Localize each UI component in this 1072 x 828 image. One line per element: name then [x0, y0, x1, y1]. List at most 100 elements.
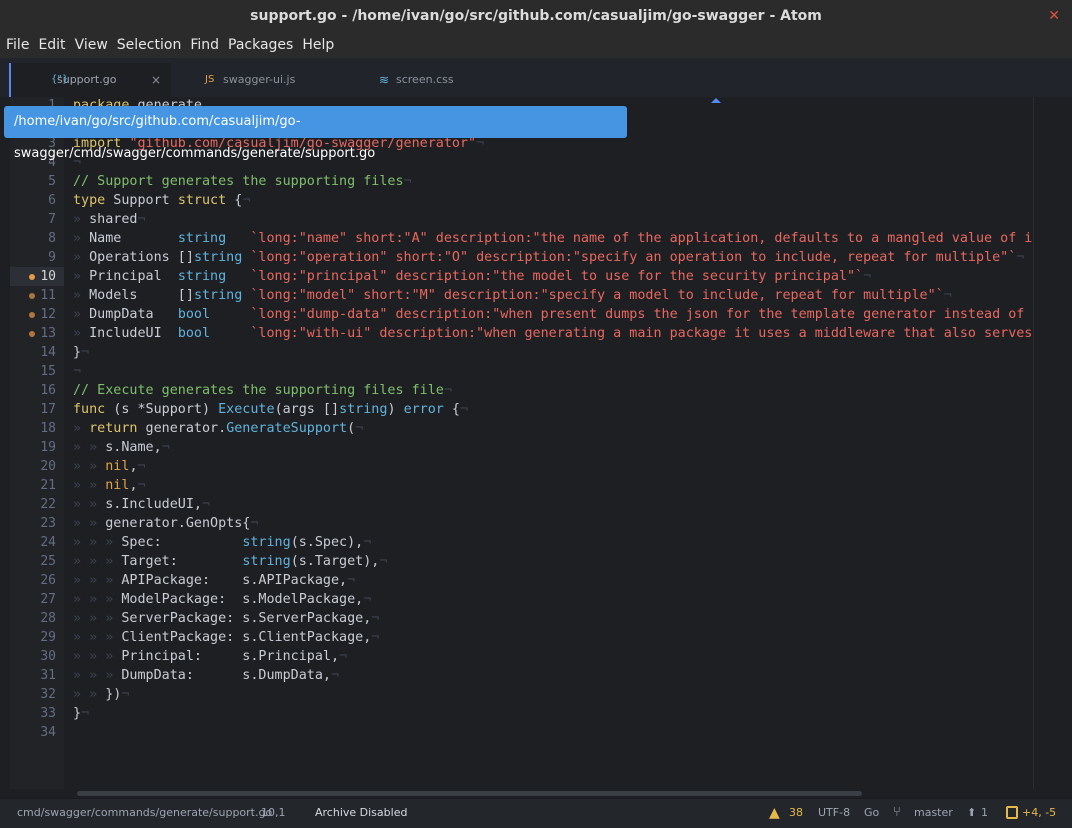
- code-text: (s *Support): [105, 402, 219, 417]
- menu-packages[interactable]: Packages: [228, 37, 293, 53]
- status-cursor-position[interactable]: 10,1: [261, 799, 286, 827]
- code-line[interactable]: ¬: [73, 362, 81, 381]
- menu-help[interactable]: Help: [302, 37, 334, 53]
- code-line[interactable]: }¬: [73, 704, 89, 723]
- invisible-char: » » »: [73, 592, 122, 607]
- code-line[interactable]: type Support struct {¬: [73, 191, 250, 210]
- code-line[interactable]: » Name string `long:"name" short:"A" des…: [73, 229, 1033, 248]
- code-editor[interactable]: package generateimport "github.com/casua…: [64, 97, 1033, 789]
- menu-selection[interactable]: Selection: [117, 37, 182, 53]
- tab-screen-css[interactable]: ≋ screen.css: [333, 63, 495, 97]
- code-text: {: [226, 193, 243, 208]
- invisible-char: »: [73, 307, 90, 322]
- code-line[interactable]: » » nil,¬: [73, 457, 146, 476]
- line-number: 20: [10, 457, 64, 476]
- code-line[interactable]: » » » ServerPackage: s.ServerPackage,¬: [73, 609, 379, 628]
- scrollbar-thumb[interactable]: [77, 791, 862, 796]
- tab-support-go[interactable]: {"} support.go ×: [9, 63, 171, 97]
- close-tab-icon[interactable]: ×: [151, 63, 161, 97]
- code-text: (s.Spec),: [290, 535, 364, 550]
- string-literal: `long:"operation" short:"O" description:…: [250, 250, 1017, 265]
- invisible-char: » » »: [73, 668, 122, 683]
- code-text: Spec:: [121, 535, 243, 550]
- line-number: 34: [10, 723, 64, 742]
- code-line[interactable]: » Operations []string `long:"operation" …: [73, 248, 1024, 267]
- window-title: support.go - /home/ivan/go/src/github.co…: [250, 8, 822, 24]
- line-number-text: 17: [40, 402, 56, 417]
- invisible-char: ¬: [161, 440, 170, 455]
- line-number: 7: [10, 210, 64, 229]
- invisible-char: ¬: [363, 535, 372, 550]
- status-ahead-count[interactable]: 1: [981, 799, 988, 827]
- menu-file[interactable]: File: [6, 37, 29, 53]
- invisible-char: ¬: [379, 554, 388, 569]
- code-line[interactable]: // Execute generates the supporting file…: [73, 381, 452, 400]
- menu-view[interactable]: View: [75, 37, 108, 53]
- status-diff[interactable]: +4, -5: [1022, 799, 1056, 827]
- code-line[interactable]: // Support generates the supporting file…: [73, 172, 412, 191]
- code-line[interactable]: » » » DumpData: s.DumpData,¬: [73, 666, 339, 685]
- code-line[interactable]: » » })¬: [73, 685, 129, 704]
- code-line[interactable]: » » » APIPackage: s.APIPackage,¬: [73, 571, 355, 590]
- type-name: string: [242, 554, 291, 569]
- code-line[interactable]: » » » Target: string(s.Target),¬: [73, 552, 387, 571]
- menu-find[interactable]: Find: [190, 37, 219, 53]
- code-line[interactable]: }¬: [73, 343, 89, 362]
- code-text: ,: [129, 459, 138, 474]
- code-line[interactable]: func (s *Support) Execute(args []string)…: [73, 400, 468, 419]
- type-name: string: [193, 288, 243, 303]
- code-text: ClientPackage: s.ClientPackage,: [121, 630, 372, 645]
- warning-icon[interactable]: ▲: [769, 799, 780, 827]
- code-line[interactable]: » DumpData bool `long:"dump-data" descri…: [73, 305, 1033, 324]
- vertical-scrollbar[interactable]: [1033, 97, 1072, 789]
- invisible-char: ¬: [137, 478, 146, 493]
- invisible-char: ¬: [137, 459, 146, 474]
- invisible-char: ¬: [355, 421, 364, 436]
- line-number: 19: [10, 438, 64, 457]
- code-text: (: [347, 421, 356, 436]
- code-line[interactable]: » » s.Name,¬: [73, 438, 170, 457]
- line-number: 9: [10, 248, 64, 267]
- invisible-char: » »: [73, 687, 106, 702]
- code-text: Principal: s.Principal,: [121, 649, 340, 664]
- code-line[interactable]: » Principal string `long:"principal" des…: [73, 267, 871, 286]
- status-grammar[interactable]: Go: [864, 799, 879, 827]
- code-line[interactable]: » IncludeUI bool `long:"with-ui" descrip…: [73, 324, 1033, 343]
- status-encoding[interactable]: UTF-8: [818, 799, 850, 827]
- menu-edit[interactable]: Edit: [38, 37, 65, 53]
- status-branch[interactable]: master: [914, 799, 953, 827]
- invisible-char: ¬: [443, 383, 452, 398]
- invisible-char: » »: [73, 440, 106, 455]
- invisible-char: ¬: [250, 516, 259, 531]
- code-line[interactable]: » » » ClientPackage: s.ClientPackage,¬: [73, 628, 379, 647]
- code-line[interactable]: » » nil,¬: [73, 476, 146, 495]
- code-line[interactable]: » » s.IncludeUI,¬: [73, 495, 210, 514]
- invisible-char: ¬: [460, 402, 469, 417]
- code-line[interactable]: » shared¬: [73, 210, 146, 229]
- code-text: DumpData: s.DumpData,: [121, 668, 331, 683]
- status-archive[interactable]: Archive Disabled: [315, 799, 407, 827]
- invisible-char: ¬: [81, 706, 90, 721]
- code-line[interactable]: » » » Principal: s.Principal,¬: [73, 647, 347, 666]
- line-number-text: 23: [40, 516, 56, 531]
- invisible-char: » »: [73, 497, 106, 512]
- status-file-path[interactable]: cmd/swagger/commands/generate/support.go: [17, 799, 272, 827]
- invisible-char: » »: [73, 516, 106, 531]
- code-line[interactable]: » » » Spec: string(s.Spec),¬: [73, 533, 371, 552]
- code-line[interactable]: » return generator.GenerateSupport(¬: [73, 419, 363, 438]
- status-warning-count[interactable]: 38: [789, 799, 803, 827]
- invisible-char: ¬: [403, 174, 412, 189]
- close-icon[interactable]: ✕: [1048, 0, 1060, 32]
- code-text: ModelPackage: s.ModelPackage,: [121, 592, 364, 607]
- line-number: 11: [10, 286, 64, 305]
- line-number-text: 28: [40, 611, 56, 626]
- code-text: }): [105, 687, 122, 702]
- git-modified-dot: [29, 274, 35, 280]
- code-line[interactable]: » Models []string `long:"model" short:"M…: [73, 286, 952, 305]
- horizontal-scrollbar[interactable]: [64, 789, 1033, 798]
- code-line[interactable]: » » » ModelPackage: s.ModelPackage,¬: [73, 590, 371, 609]
- code-line[interactable]: » » generator.GenOpts{¬: [73, 514, 258, 533]
- line-number-text: 25: [40, 554, 56, 569]
- tab-swagger-ui-js[interactable]: JS swagger-ui.js: [171, 63, 333, 97]
